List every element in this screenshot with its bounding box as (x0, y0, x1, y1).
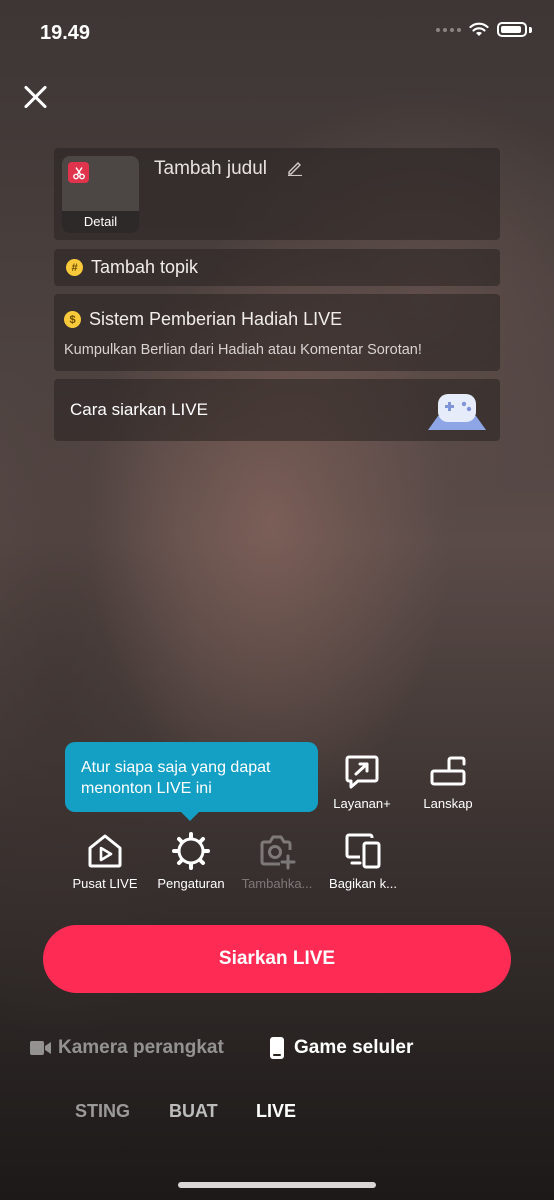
how-to-live-label: Cara siarkan LIVE (70, 400, 208, 419)
landscape-button[interactable]: Lanskap (403, 752, 493, 811)
signal-icon (436, 27, 461, 32)
layanan-plus-button[interactable]: Layanan+ (317, 752, 407, 811)
battery-nub (529, 26, 532, 33)
cover-thumbnail[interactable]: Detail (62, 156, 139, 233)
mode-device-camera[interactable]: Kamera perangkat (30, 1037, 224, 1059)
layanan-plus-label: Layanan+ (333, 796, 391, 811)
battery-icon (497, 22, 527, 37)
gift-subtitle: Kumpulkan Berlian dari Hadiah atau Komen… (64, 342, 422, 358)
live-center-label: Pusat LIVE (72, 876, 138, 891)
video-camera-icon (30, 1041, 51, 1055)
mode-game-label: Game seluler (294, 1037, 414, 1058)
tooltip-arrow (180, 811, 200, 821)
hashtag-icon: # (66, 259, 83, 276)
mode-mobile-game[interactable]: Game seluler (270, 1037, 413, 1059)
add-camera-button[interactable]: Tambahka... (232, 832, 322, 891)
settings-label: Pengaturan (157, 876, 225, 891)
share-screen-icon (345, 833, 381, 869)
add-topic-label: Tambah topik (91, 257, 199, 277)
landscape-label: Lanskap (423, 796, 473, 811)
gift-system-card[interactable] (54, 294, 500, 371)
settings-button[interactable]: Pengaturan (146, 832, 236, 891)
gift-title: Sistem Pemberian Hadiah LIVE (89, 309, 343, 329)
title-input[interactable]: Tambah judul (154, 158, 267, 180)
status-time: 19.49 (40, 22, 91, 44)
phone-icon (270, 1037, 284, 1059)
close-icon[interactable] (22, 84, 48, 110)
live-center-icon (88, 834, 122, 868)
tab-posting[interactable]: STING (75, 1101, 130, 1122)
tooltip-text: Atur siapa saja yang dapat menonton LIVE… (81, 759, 271, 797)
status-icons (436, 22, 532, 37)
add-camera-label: Tambahka... (241, 876, 313, 891)
mode-camera-label: Kamera perangkat (58, 1037, 224, 1058)
scissors-icon[interactable] (68, 162, 89, 183)
share-screen-button[interactable]: Bagikan k... (318, 832, 408, 891)
share-screen-label: Bagikan k... (329, 876, 397, 891)
chat-arrow-icon (345, 755, 379, 789)
camera-plus-icon (260, 835, 296, 870)
landscape-icon (430, 756, 466, 786)
live-center-button[interactable]: Pusat LIVE (60, 832, 150, 891)
tab-create[interactable]: BUAT (169, 1101, 218, 1122)
privacy-tooltip: Atur siapa saja yang dapat menonton LIVE… (65, 742, 318, 821)
thumb-detail-label[interactable]: Detail (62, 211, 139, 233)
gear-icon (172, 832, 210, 870)
go-live-button[interactable]: Siarkan LIVE (43, 925, 511, 993)
gift-title-row: $ Sistem Pemberian Hadiah LIVE (64, 309, 342, 330)
home-indicator (178, 1182, 376, 1188)
tab-live[interactable]: LIVE (256, 1101, 296, 1122)
game-controller-icon (428, 394, 486, 430)
pencil-icon[interactable] (287, 160, 303, 176)
wifi-icon (469, 22, 489, 36)
add-topic-row[interactable]: # Tambah topik (54, 249, 500, 286)
money-bag-icon: $ (64, 311, 81, 328)
